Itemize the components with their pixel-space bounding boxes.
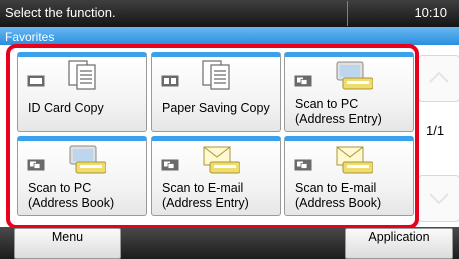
send-mode-icon	[161, 159, 179, 171]
application-button[interactable]: Application	[345, 228, 453, 259]
send-mode-icon	[294, 159, 312, 171]
chevron-up-icon	[429, 71, 449, 83]
section-header: Favorites	[0, 27, 459, 45]
tile-label: ID Card Copy	[28, 101, 104, 115]
tile-id-card-copy[interactable]: ID Card Copy	[17, 52, 147, 132]
screen: Select the function. 10:10 Favorites 1/1	[0, 0, 459, 259]
scan-to-email-icon	[203, 146, 240, 174]
tile-label: Scan to PC (Address Entry)	[295, 97, 382, 126]
section-title: Favorites	[5, 30, 55, 44]
tile-label: Scan to E-mail (Address Book)	[295, 181, 382, 210]
scroll-up-button[interactable]	[418, 55, 459, 102]
copy-documents-icon	[202, 60, 230, 90]
clock: 10:10	[414, 5, 447, 20]
send-mode-icon	[294, 75, 312, 87]
copy-mode-icon	[27, 75, 45, 87]
scroll-down-button[interactable]	[418, 175, 459, 222]
copy-documents-icon	[68, 60, 96, 90]
status-bar: Select the function. 10:10	[0, 0, 459, 27]
tile-label: Scan to E-mail (Address Entry)	[162, 181, 249, 210]
tile-label: Paper Saving Copy	[162, 101, 270, 115]
menu-button[interactable]: Menu	[14, 228, 121, 259]
tile-scan-to-email-address-entry[interactable]: Scan to E-mail (Address Entry)	[151, 136, 281, 216]
tile-scan-to-pc-address-entry[interactable]: Scan to PC (Address Entry)	[284, 52, 414, 132]
chevron-down-icon	[429, 193, 449, 205]
tile-scan-to-email-address-book[interactable]: Scan to E-mail (Address Book)	[284, 136, 414, 216]
copy-mode-icon	[161, 75, 179, 87]
send-mode-icon	[27, 159, 45, 171]
status-message: Select the function.	[5, 5, 116, 20]
tile-paper-saving-copy[interactable]: Paper Saving Copy	[151, 52, 281, 132]
tile-scan-to-pc-address-book[interactable]: Scan to PC (Address Book)	[17, 136, 147, 216]
page-indicator: 1/1	[426, 123, 445, 138]
scan-to-email-icon	[336, 146, 373, 174]
status-divider	[347, 1, 348, 26]
tile-label: Scan to PC (Address Book)	[28, 181, 115, 210]
scan-to-pc-icon	[69, 145, 106, 174]
scan-to-pc-icon	[336, 61, 373, 90]
